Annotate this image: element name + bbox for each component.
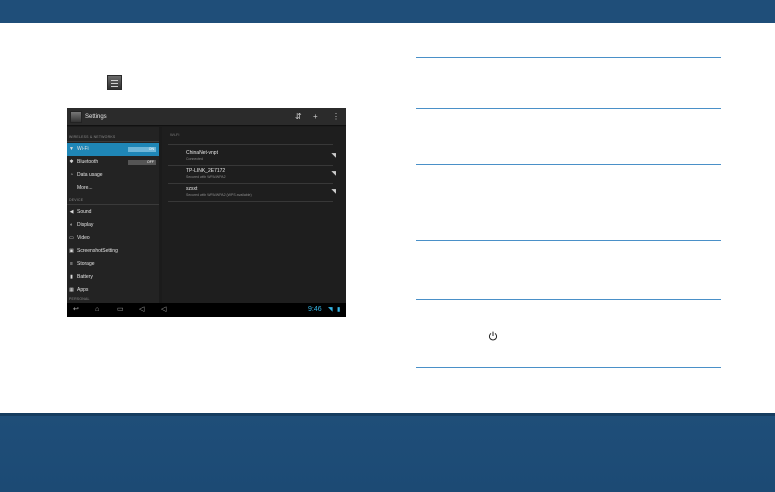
divider-rule [416, 57, 721, 58]
settings-item-video[interactable]: ▭ Video [67, 232, 159, 245]
wifi-panel: Wi-Fi ChinaNet-vnpt Connected ◥ TP-LINK_… [162, 127, 346, 303]
network-item[interactable]: ChinaNet-vnpt Connected ◥ [186, 150, 336, 164]
display-icon: ◐ [69, 222, 74, 228]
clock: 9:46 [308, 306, 322, 313]
home-icon[interactable]: ⌂ [95, 305, 99, 314]
wifi-toggle[interactable]: ON [128, 147, 156, 152]
settings-item-label: Battery [77, 274, 93, 280]
action-bar-title: Settings [85, 114, 107, 120]
action-bar: Settings ⇵ + ⋮ [67, 108, 346, 126]
settings-item-label: Video [77, 235, 90, 241]
settings-item-sound[interactable]: ◀ Sound [67, 206, 159, 219]
volume-up-icon[interactable]: ◁ [161, 305, 166, 314]
settings-item-more[interactable]: More... [67, 182, 159, 195]
settings-item-label: Data usage [77, 172, 103, 178]
data-usage-icon: ◔ [69, 172, 74, 178]
divider [168, 165, 333, 166]
header-band [0, 0, 775, 23]
add-icon[interactable]: + [313, 112, 318, 122]
settings-item-screenshot[interactable]: ▣ ScreenshotSetting [67, 245, 159, 258]
screenshot-icon: ▣ [69, 248, 74, 254]
settings-item-label: Wi-Fi [77, 146, 89, 152]
footer-band [0, 413, 775, 492]
settings-screenshot: Settings ⇵ + ⋮ WIRELESS & NETWORKS ▼ Wi-… [67, 108, 346, 317]
wifi-icon: ▼ [69, 146, 74, 152]
divider [67, 204, 159, 205]
settings-item-label: Sound [77, 209, 92, 215]
settings-app-icon [107, 75, 122, 90]
divider-rule [416, 240, 721, 241]
divider-rule [416, 299, 721, 300]
settings-icon [70, 111, 82, 123]
settings-item-label: Bluetooth [77, 159, 99, 165]
divider [67, 141, 159, 142]
manual-page: Settings ⇵ + ⋮ WIRELESS & NETWORKS ▼ Wi-… [0, 0, 775, 492]
battery-icon: ▮ [70, 274, 73, 280]
storage-icon: ≡ [70, 261, 73, 267]
settings-item-storage[interactable]: ≡ Storage [67, 258, 159, 271]
divider-rule [416, 108, 721, 109]
wifi-lock-icon: ◥ [331, 171, 336, 177]
back-icon[interactable]: ↩ [73, 305, 79, 314]
divider [168, 201, 333, 202]
power-icon [488, 331, 498, 341]
settings-item-label: Storage [77, 261, 95, 267]
network-name: TP-LINK_2E7172 [186, 168, 226, 174]
network-item[interactable]: szsxt Secured with WPA/WPA2 (WPS availab… [186, 186, 336, 200]
sound-icon: ◀ [69, 209, 74, 215]
section-header-device: DEVICE [69, 198, 84, 202]
divider-rule [416, 367, 721, 368]
section-header-personal: PERSONAL [69, 297, 90, 301]
network-status: Connected [186, 157, 203, 161]
network-status: Secured with WPA/WPA2 [186, 175, 226, 179]
section-header-wireless: WIRELESS & NETWORKS [69, 135, 116, 139]
divider [168, 144, 333, 145]
settings-item-label: ScreenshotSetting [77, 248, 118, 254]
settings-item-data-usage[interactable]: ◔ Data usage [67, 169, 159, 182]
volume-down-icon[interactable]: ◁ [139, 305, 144, 314]
video-icon: ▭ [69, 235, 74, 241]
wifi-status-icon: ◥ [328, 307, 333, 313]
settings-item-battery[interactable]: ▮ Battery [67, 271, 159, 284]
settings-item-bluetooth[interactable]: ✱ Bluetooth OFF [67, 156, 159, 169]
system-nav-bar: ↩ ⌂ ▭ ◁ ◁ 9:46 ◥ ▮ [67, 303, 346, 317]
refresh-icon[interactable]: ⇵ [295, 112, 302, 122]
settings-item-label: More... [77, 185, 93, 191]
settings-item-label: Display [77, 222, 94, 228]
overflow-menu-icon[interactable]: ⋮ [332, 112, 340, 122]
wifi-panel-header: Wi-Fi [170, 132, 180, 137]
bluetooth-toggle[interactable]: OFF [128, 160, 156, 165]
network-status: Secured with WPA/WPA2 (WPS available) [186, 193, 252, 197]
network-item[interactable]: TP-LINK_2E7172 Secured with WPA/WPA2 ◥ [186, 168, 336, 182]
settings-item-label: Apps [77, 287, 89, 293]
wifi-signal-icon: ◥ [331, 153, 336, 159]
apps-icon: ▦ [69, 287, 74, 293]
divider-rule [416, 164, 721, 165]
network-name: ChinaNet-vnpt [186, 150, 218, 156]
recent-apps-icon[interactable]: ▭ [117, 305, 124, 314]
settings-item-display[interactable]: ◐ Display [67, 219, 159, 232]
settings-item-wifi[interactable]: ▼ Wi-Fi ON [67, 143, 159, 156]
battery-status-icon: ▮ [337, 307, 341, 313]
settings-item-apps[interactable]: ▦ Apps [67, 284, 159, 297]
network-name: szsxt [186, 186, 198, 192]
bluetooth-icon: ✱ [69, 159, 74, 165]
settings-list: WIRELESS & NETWORKS ▼ Wi-Fi ON ✱ Bluetoo… [67, 127, 159, 303]
divider [168, 183, 333, 184]
wifi-lock-icon: ◥ [331, 189, 336, 195]
